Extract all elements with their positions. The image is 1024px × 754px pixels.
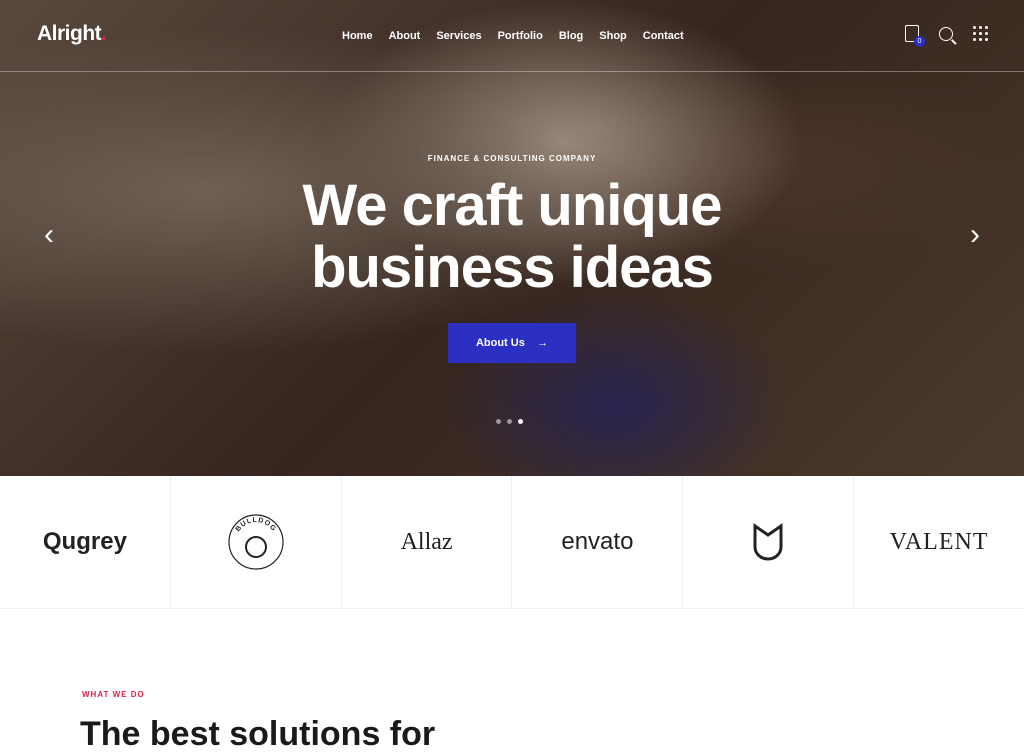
partner-logo: envato <box>512 476 684 608</box>
slide-dot-active[interactable] <box>518 419 523 424</box>
partner-logos: Qugrey BULLDOG Allaz envato VALENT <box>0 476 1024 609</box>
nav-blog[interactable]: Blog <box>559 30 583 42</box>
cart-badge: 0 <box>914 36 925 47</box>
search-icon[interactable] <box>939 26 953 41</box>
shield-logo <box>753 523 783 561</box>
cart-icon[interactable]: 0 <box>905 25 925 47</box>
slider-dots <box>496 419 523 424</box>
arrow-right-icon: → <box>537 337 549 349</box>
nav-services[interactable]: Services <box>436 30 481 42</box>
nav-contact[interactable]: Contact <box>643 30 684 42</box>
section-title: The best solutions for <box>80 715 436 753</box>
section-kicker: WHAT WE DO <box>82 690 145 699</box>
slide-dot[interactable] <box>507 419 512 424</box>
header: Alright. Home About Services Portfolio B… <box>0 0 1024 72</box>
hero-title: We craft unique business ideas <box>302 173 723 300</box>
partner-logo: BULLDOG <box>171 476 342 608</box>
partner-logo: Qugrey <box>0 476 171 608</box>
bulldog-logo: BULLDOG <box>228 514 284 570</box>
partner-logo: VALENT <box>889 528 989 555</box>
nav-about[interactable]: About <box>389 30 421 42</box>
nav-portfolio[interactable]: Portfolio <box>498 30 543 42</box>
nav-shop[interactable]: Shop <box>599 30 627 42</box>
partner-logo <box>683 476 855 608</box>
main-nav: Home About Services Portfolio Blog Shop … <box>342 30 684 42</box>
nav-home[interactable]: Home <box>342 30 373 42</box>
hero-kicker: FINANCE & CONSULTING COMPANY <box>427 154 597 163</box>
menu-grid-icon[interactable] <box>973 26 988 41</box>
about-us-button[interactable]: About Us → <box>447 323 577 363</box>
hero-slider: Alright. Home About Services Portfolio B… <box>0 0 1024 476</box>
partner-logo: Allaz <box>342 476 513 608</box>
logo[interactable]: Alright. <box>37 22 107 46</box>
slide-dot[interactable] <box>496 419 501 424</box>
